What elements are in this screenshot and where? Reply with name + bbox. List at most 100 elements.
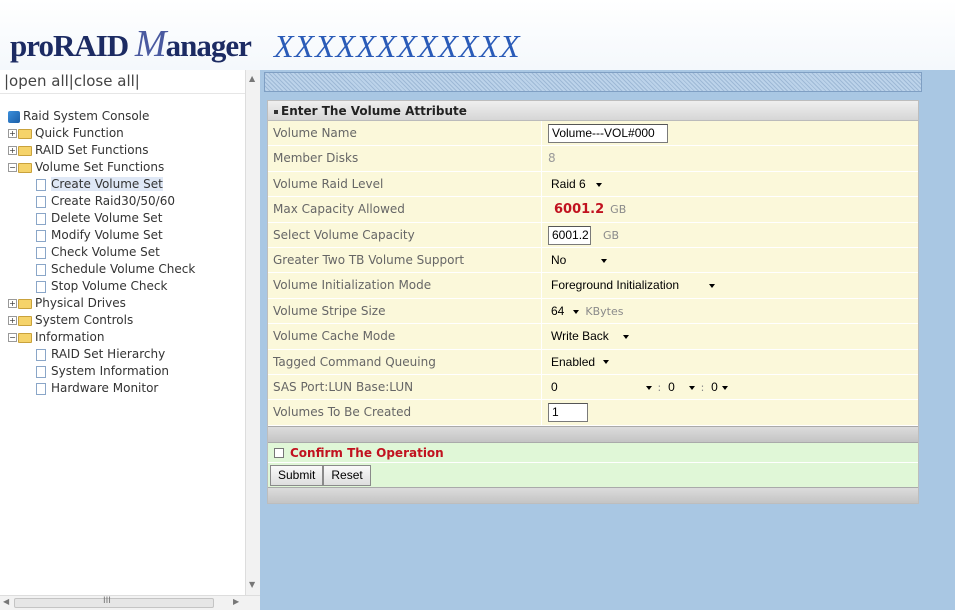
- expand-plus-icon[interactable]: +: [8, 299, 17, 308]
- chevron-down-icon: [573, 309, 580, 314]
- volume-attribute-form: Enter The Volume Attribute Volume Name V…: [267, 100, 919, 504]
- sidebar-item-system-controls[interactable]: + System Controls: [8, 312, 195, 329]
- sidebar-item-volume-set-functions[interactable]: − Volume Set Functions: [8, 159, 195, 176]
- submit-button[interactable]: Submit: [270, 464, 324, 486]
- form-buttons: Submit Reset: [268, 462, 918, 487]
- row-two-tb-support: Greater Two TB Volume Support No: [268, 247, 918, 274]
- bullet-icon: [274, 109, 278, 114]
- chevron-down-icon: [721, 385, 728, 390]
- sidebar-item-label: Create Raid30/50/60: [51, 194, 175, 208]
- close-all-link[interactable]: close all|: [74, 72, 140, 90]
- raid-level-select[interactable]: Raid 6: [548, 175, 602, 194]
- row-cache-mode: Volume Cache Mode Write Back: [268, 324, 918, 350]
- collapse-minus-icon[interactable]: −: [8, 333, 17, 342]
- open-all-link[interactable]: |open all|: [4, 72, 74, 90]
- volume-name-input[interactable]: Volume---VOL#000: [548, 124, 668, 143]
- raid-level-value: Raid 6: [551, 176, 586, 191]
- sidebar-item-raid-set-hierarchy[interactable]: RAID Set Hierarchy: [8, 346, 195, 363]
- logo-prefix: proRAID: [10, 28, 129, 63]
- sidebar-item-schedule-volume-check[interactable]: Schedule Volume Check: [8, 261, 195, 278]
- expand-plus-icon[interactable]: +: [8, 146, 17, 155]
- chevron-down-icon: [645, 385, 652, 390]
- tree-root-label: Raid System Console: [23, 109, 150, 123]
- app-logo: proRAID Manager: [10, 22, 252, 66]
- scroll-right-arrow-icon[interactable]: ▶: [233, 597, 239, 606]
- scroll-grip: III: [103, 596, 111, 606]
- chevron-down-icon: [595, 182, 602, 187]
- folder-open-icon: [18, 162, 32, 173]
- sidebar-item-label: Quick Function: [35, 126, 124, 140]
- confirm-checkbox[interactable]: [274, 448, 284, 459]
- chevron-down-icon: [688, 385, 695, 390]
- logo-suffix: anager: [165, 28, 252, 63]
- collapse-minus-icon[interactable]: −: [8, 163, 17, 172]
- row-volume-name: Volume Name Volume---VOL#000: [268, 121, 918, 147]
- tcq-value: Enabled: [551, 354, 596, 369]
- sidebar-item-stop-volume-check[interactable]: Stop Volume Check: [8, 278, 195, 295]
- cache-mode-value: Write Back: [551, 329, 609, 344]
- form-title: Enter The Volume Attribute: [281, 104, 467, 118]
- scroll-left-arrow-icon[interactable]: ◀: [3, 597, 9, 606]
- sidebar-item-hardware-monitor[interactable]: Hardware Monitor: [8, 380, 195, 397]
- expand-plus-icon[interactable]: +: [8, 129, 17, 138]
- tree-controls: |open all|close all|: [0, 70, 245, 94]
- sidebar-item-create-volume-set[interactable]: Create Volume Set: [8, 176, 195, 193]
- sidebar-item-delete-volume-set[interactable]: Delete Volume Set: [8, 210, 195, 227]
- content-top-bar: [264, 72, 922, 92]
- expand-plus-icon[interactable]: +: [8, 316, 17, 325]
- scroll-thumb[interactable]: III: [14, 596, 214, 608]
- row-tcq: Tagged Command Queuing Enabled: [268, 349, 918, 375]
- volumes-to-create-input[interactable]: 1: [548, 403, 588, 423]
- sidebar: |open all|close all| Raid System Console…: [0, 70, 260, 610]
- sas-port-value: 0: [551, 379, 558, 394]
- sidebar-item-label: Check Volume Set: [51, 245, 160, 259]
- sidebar-item-label: Physical Drives: [35, 296, 126, 310]
- init-mode-select[interactable]: Foreground Initialization: [548, 276, 716, 295]
- sidebar-item-system-information[interactable]: System Information: [8, 363, 195, 380]
- stripe-size-select[interactable]: 64: [548, 302, 580, 321]
- cache-mode-select[interactable]: Write Back: [548, 327, 629, 346]
- label-two-tb-support: Greater Two TB Volume Support: [268, 247, 542, 273]
- chevron-down-icon: [603, 360, 610, 365]
- scroll-down-arrow-icon[interactable]: ▼: [249, 580, 255, 589]
- raid-console-icon: [8, 110, 20, 123]
- sidebar-item-quick-function[interactable]: + Quick Function: [8, 125, 195, 142]
- page-icon: [36, 195, 46, 208]
- sidebar-item-label: Hardware Monitor: [51, 381, 159, 395]
- max-capacity-value: 6001.2: [554, 202, 605, 218]
- page-icon: [36, 382, 46, 395]
- sidebar-item-create-raid30-50-60[interactable]: Create Raid30/50/60: [8, 193, 195, 210]
- two-tb-support-select[interactable]: No: [548, 251, 608, 270]
- scroll-up-arrow-icon[interactable]: ▲: [249, 74, 255, 83]
- init-mode-value: Foreground Initialization: [551, 278, 680, 293]
- sidebar-item-label: Information: [35, 330, 105, 344]
- sidebar-item-check-volume-set[interactable]: Check Volume Set: [8, 244, 195, 261]
- sidebar-item-raid-set-functions[interactable]: + RAID Set Functions: [8, 142, 195, 159]
- volume-capacity-input[interactable]: 6001.2: [548, 225, 591, 245]
- lun-base-select[interactable]: 0: [665, 378, 695, 397]
- label-tcq: Tagged Command Queuing: [268, 349, 542, 374]
- sidebar-vertical-scrollbar[interactable]: ▲ ▼: [245, 70, 260, 595]
- label-stripe-size: Volume Stripe Size: [268, 298, 542, 324]
- sidebar-item-label: Modify Volume Set: [51, 228, 163, 242]
- sidebar-item-physical-drives[interactable]: + Physical Drives: [8, 295, 195, 312]
- logo-m: M: [134, 23, 167, 65]
- label-volumes-to-create: Volumes To Be Created: [268, 400, 542, 425]
- sidebar-item-label: Schedule Volume Check: [51, 262, 196, 276]
- sidebar-horizontal-scrollbar[interactable]: ◀ III ▶: [0, 595, 260, 610]
- sas-separator-2: :: [700, 380, 705, 394]
- chevron-down-icon: [622, 334, 629, 339]
- lun-select[interactable]: 0: [708, 378, 728, 397]
- page-icon: [36, 229, 46, 242]
- sas-port-select[interactable]: 0: [548, 378, 652, 397]
- reset-button[interactable]: Reset: [323, 464, 371, 486]
- row-sas-lun: SAS Port:LUN Base:LUN 0 : 0 : 0: [268, 374, 918, 401]
- capacity-unit: GB: [603, 228, 620, 242]
- sidebar-item-modify-volume-set[interactable]: Modify Volume Set: [8, 227, 195, 244]
- page-icon: [36, 348, 46, 361]
- sidebar-item-information[interactable]: − Information: [8, 329, 195, 346]
- tcq-select[interactable]: Enabled: [548, 353, 610, 372]
- label-max-capacity: Max Capacity Allowed: [268, 197, 542, 222]
- tree-root[interactable]: Raid System Console: [8, 108, 195, 125]
- sidebar-item-label: RAID Set Hierarchy: [51, 347, 166, 361]
